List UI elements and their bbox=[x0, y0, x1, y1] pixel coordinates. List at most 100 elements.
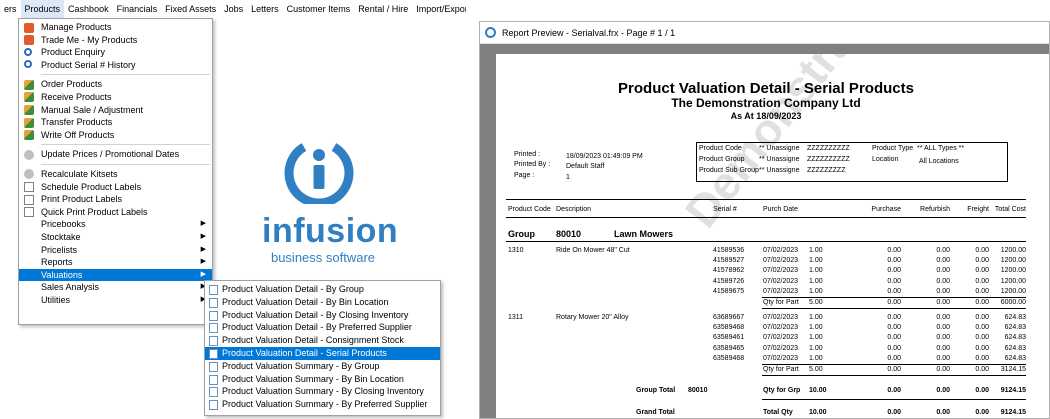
menubar: ers Products Cashbook Financials Fixed A… bbox=[0, 0, 466, 18]
submenu-item-summary-by-closing[interactable]: Product Valuation Summary - By Closing I… bbox=[205, 385, 440, 398]
menu-item-product-enquiry[interactable]: Product Enquiry bbox=[19, 46, 212, 59]
menu-item-utilities[interactable]: Utilities▶ bbox=[19, 294, 212, 307]
menu-item-manage-products[interactable]: Manage Products bbox=[19, 21, 212, 34]
param-value: ZZZZZZZZZZ bbox=[807, 156, 850, 163]
menu-item-sales-analysis[interactable]: Sales Analysis▶ bbox=[19, 281, 212, 294]
cell-freight: 0.00 bbox=[975, 366, 989, 373]
cell-date: 07/02/2023 bbox=[763, 257, 799, 265]
cell-purchase: 0.00 bbox=[887, 387, 901, 394]
menu-customer-items[interactable]: Customer Items bbox=[283, 0, 355, 18]
menu-item-recalculate-kitsets[interactable]: Recalculate Kitsets bbox=[19, 168, 212, 181]
menu-products[interactable]: Products bbox=[20, 0, 65, 18]
submenu-item-detail-consignment[interactable]: Product Valuation Detail - Consignment S… bbox=[205, 334, 440, 347]
param-value: ** ALL Types ** bbox=[917, 145, 965, 152]
column-header: Product Code bbox=[508, 206, 551, 213]
group-name: Lawn Mowers bbox=[614, 229, 674, 239]
menu-letters[interactable]: Letters bbox=[247, 0, 283, 18]
cell-qty: 1.00 bbox=[809, 314, 823, 321]
column-header: Refurbish bbox=[920, 206, 950, 213]
menu-item-label: Receive Products bbox=[41, 91, 112, 102]
cell-date: 07/02/2023 bbox=[763, 287, 799, 295]
report-icon bbox=[209, 285, 218, 295]
submenu-item-detail-serial[interactable]: Product Valuation Detail - Serial Produc… bbox=[205, 346, 440, 360]
cell-refurbish: 0.00 bbox=[936, 344, 950, 352]
menu-partial-item[interactable]: ers bbox=[0, 0, 21, 18]
submenu-item-summary-by-group[interactable]: Product Valuation Summary - By Group bbox=[205, 360, 440, 373]
cell-refurbish: 0.00 bbox=[936, 366, 950, 373]
param-label: Product Sub Group bbox=[699, 167, 759, 174]
cell-date: 07/02/2023 bbox=[763, 324, 799, 332]
menu-item-serial-history[interactable]: Product Serial # History bbox=[19, 59, 212, 72]
printed-label: Printed : bbox=[514, 151, 541, 158]
menu-item-print-labels[interactable]: Print Product Labels bbox=[19, 193, 212, 206]
report-icon bbox=[209, 348, 218, 359]
param-value: ZZZZZZZZZ bbox=[807, 167, 846, 174]
submenu-item-detail-by-supplier[interactable]: Product Valuation Detail - By Preferred … bbox=[205, 321, 440, 334]
preview-canvas[interactable]: Demonstration Company Product Valuation … bbox=[480, 44, 1049, 418]
report-preview-window: Report Preview - Serialval.frx - Page # … bbox=[479, 21, 1050, 419]
cell-purchase: 0.00 bbox=[887, 334, 901, 342]
label-icon bbox=[24, 182, 34, 193]
menu-item-pricelists[interactable]: Pricelists ▶ bbox=[19, 244, 212, 257]
rule bbox=[762, 375, 1026, 376]
menu-item-pricebooks[interactable]: Pricebooks ▶ bbox=[19, 218, 212, 231]
report-icon bbox=[209, 374, 218, 385]
submenu-item-detail-by-closing[interactable]: Product Valuation Detail - By Closing In… bbox=[205, 309, 440, 322]
cell-date: Qty for Part bbox=[763, 366, 799, 373]
window-titlebar[interactable]: Report Preview - Serialval.frx - Page # … bbox=[480, 22, 1049, 44]
menu-item-valuations[interactable]: Valuations ▶ bbox=[19, 268, 212, 282]
table-row: 1310 Ride On Mower 48" Cut 41589536 07/02/2… bbox=[496, 247, 1049, 257]
cell-freight: 0.00 bbox=[975, 257, 989, 265]
menu-financials[interactable]: Financials bbox=[113, 0, 162, 18]
param-value: ** Unassigne bbox=[759, 145, 800, 152]
menu-rental-hire[interactable]: Rental / Hire bbox=[354, 0, 412, 18]
report-company: The Demonstration Company Ltd bbox=[671, 96, 861, 110]
column-header: Freight bbox=[967, 206, 989, 213]
menu-item-quick-print-labels[interactable]: Quick Print Product Labels bbox=[19, 206, 212, 219]
submenu-item-label: Product Valuation Detail - By Closing In… bbox=[222, 309, 409, 320]
grand-total-label: Grand Total bbox=[636, 409, 675, 416]
cell-serial: 63589461 bbox=[713, 334, 745, 342]
cell-date: 07/02/2023 bbox=[763, 334, 799, 342]
menu-import-export[interactable]: Import/Expor bbox=[412, 0, 466, 18]
menu-item-order-products[interactable]: Order Products bbox=[19, 78, 212, 91]
group-total-code: 80010 bbox=[688, 387, 708, 394]
cell-date: 07/02/2023 bbox=[763, 314, 799, 321]
report-icon bbox=[209, 361, 218, 372]
cell-qty: 1.00 bbox=[809, 287, 823, 295]
submenu-item-summary-by-supplier[interactable]: Product Valuation Summary - By Preferred… bbox=[205, 398, 440, 411]
menu-item-stocktake[interactable]: Stocktake ▶ bbox=[19, 231, 212, 244]
menu-item-manual-sale[interactable]: Manual Sale / Adjustment bbox=[19, 104, 212, 117]
menu-item-reports[interactable]: Reports ▶ bbox=[19, 256, 212, 269]
cell-serial: 41589536 bbox=[713, 247, 745, 254]
grand-total-row: Total Qty 10.00 0.00 0.00 0.00 9124.15 bbox=[496, 409, 1049, 418]
menu-jobs[interactable]: Jobs bbox=[220, 0, 247, 18]
rule bbox=[506, 217, 1026, 218]
submenu-arrow-icon: ▶ bbox=[200, 232, 206, 240]
menu-item-update-prices[interactable]: Update Prices / Promotional Dates bbox=[19, 148, 212, 161]
cell-freight: 0.00 bbox=[975, 344, 989, 352]
submenu-item-detail-by-bin[interactable]: Product Valuation Detail - By Bin Locati… bbox=[205, 296, 440, 309]
menu-item-write-off[interactable]: Write Off Products bbox=[19, 129, 212, 142]
column-header: Purch Date bbox=[763, 206, 799, 213]
magnifier-icon bbox=[24, 47, 32, 56]
menu-item-trade-me[interactable]: Trade Me - My Products bbox=[19, 34, 212, 47]
menu-item-transfer-products[interactable]: Transfer Products bbox=[19, 116, 212, 129]
logo-tagline: business software bbox=[270, 250, 376, 265]
cell-freight: 0.00 bbox=[975, 299, 989, 306]
menu-fixed-assets[interactable]: Fixed Assets bbox=[161, 0, 220, 18]
submenu-arrow-icon: ▶ bbox=[200, 220, 206, 228]
menu-cashbook[interactable]: Cashbook bbox=[64, 0, 113, 18]
cell-total: 624.83 bbox=[1004, 324, 1026, 332]
cell-serial: 63589468 bbox=[713, 324, 745, 332]
submenu-item-detail-by-group[interactable]: Product Valuation Detail - By Group bbox=[205, 283, 440, 296]
table-row: 41578962 07/02/2023 1.00 0.00 0.00 0.00 1200.0… bbox=[496, 267, 1049, 277]
table-row: 63589461 07/02/2023 1.00 0.00 0.00 0.00 624.83 bbox=[496, 334, 1049, 344]
truck-icon bbox=[24, 92, 34, 103]
cell-refurbish: 0.00 bbox=[936, 257, 950, 265]
menu-item-receive-products[interactable]: Receive Products bbox=[19, 91, 212, 104]
menu-item-label: Print Product Labels bbox=[41, 194, 123, 205]
submenu-item-summary-by-bin[interactable]: Product Valuation Summary - By Bin Locat… bbox=[205, 373, 440, 386]
menu-item-schedule-labels[interactable]: Schedule Product Labels bbox=[19, 181, 212, 194]
menu-item-label: Pricebooks bbox=[41, 219, 86, 230]
